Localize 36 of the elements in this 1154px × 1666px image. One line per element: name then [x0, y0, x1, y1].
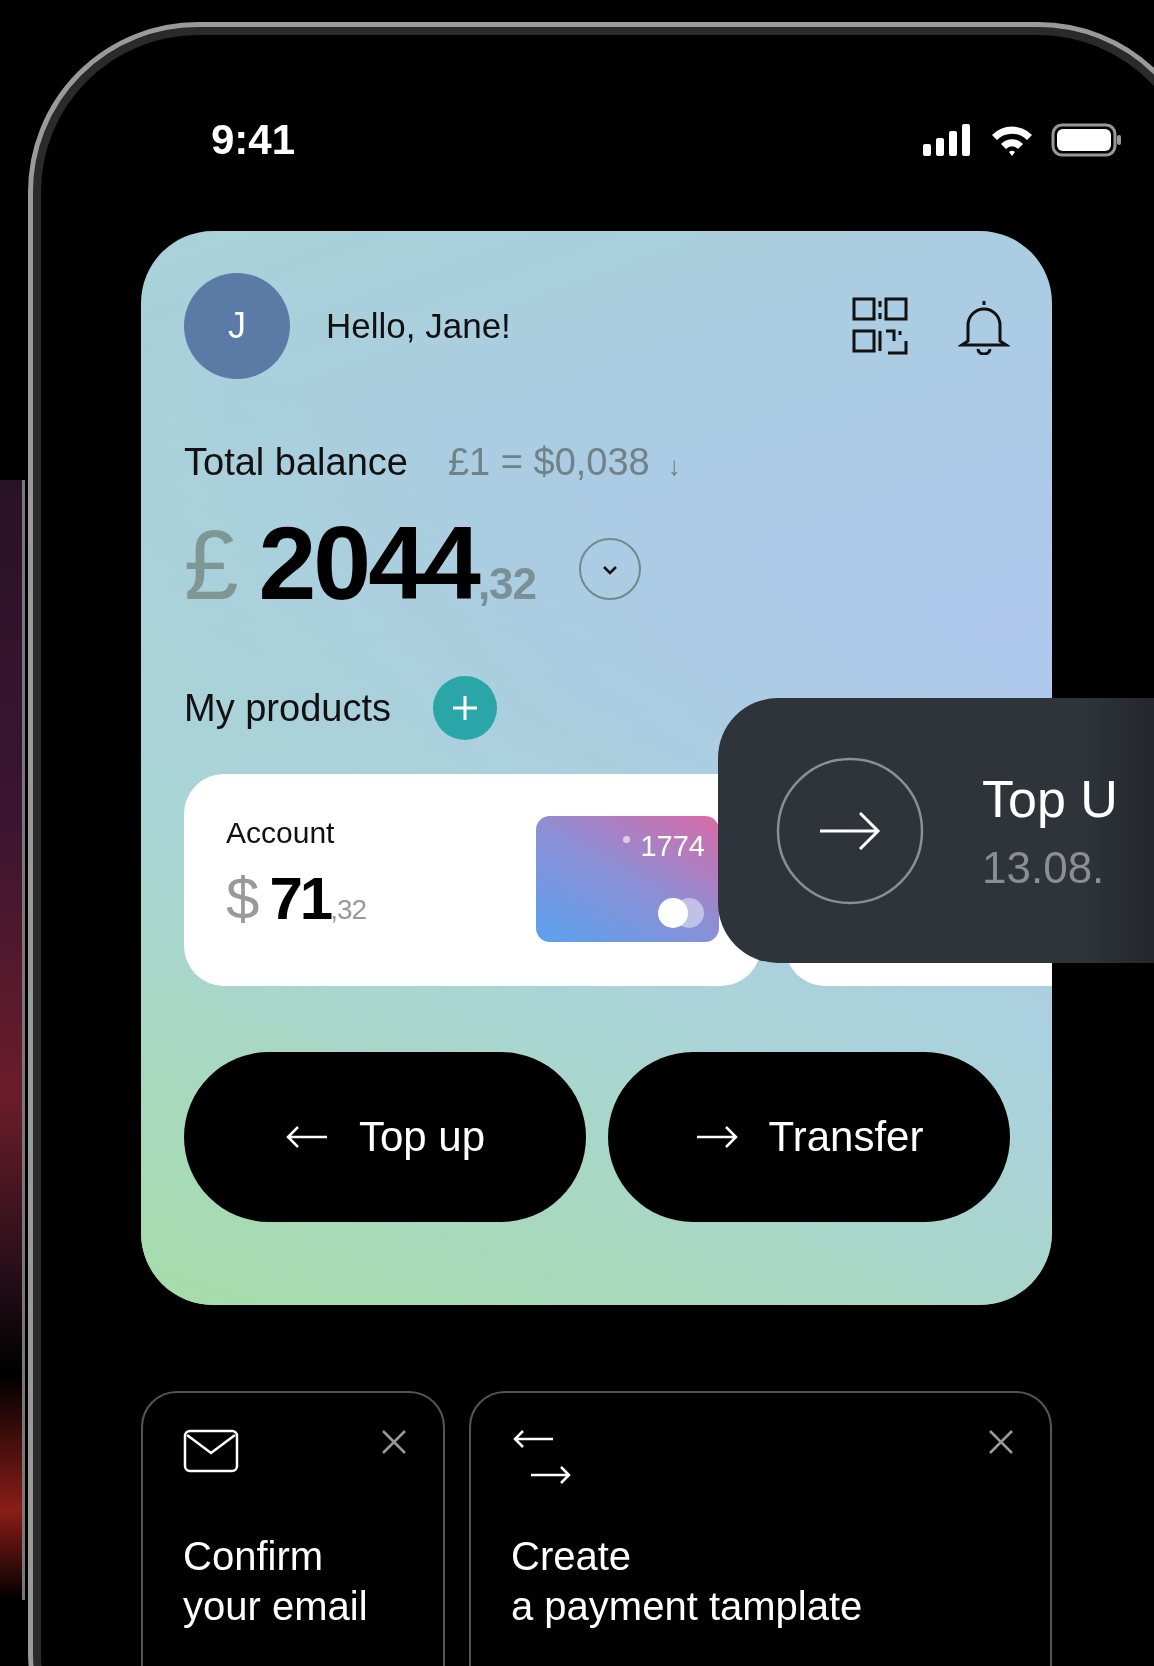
total-balance-label: Total balance — [184, 441, 408, 484]
arrow-right-icon — [694, 1125, 739, 1149]
card-number: 1774 — [640, 830, 705, 863]
notification-title: Top U — [982, 768, 1118, 829]
products-title: My products — [184, 686, 391, 730]
exchange-rate: £1 = $0,038 — [447, 441, 650, 484]
suggestion-card[interactable]: Create a payment tamplate — [469, 1391, 1052, 1666]
currency-symbol: £ — [184, 509, 239, 622]
avatar[interactable]: J — [184, 273, 290, 379]
account-fraction: ,32 — [330, 894, 367, 926]
close-icon[interactable] — [988, 1429, 1014, 1455]
account-amount: 71 — [269, 864, 331, 933]
arrow-circle-icon — [776, 756, 924, 905]
notification-toast[interactable]: Top U 13.08. — [718, 698, 1154, 963]
suggestion-text: Confirm your email — [183, 1533, 369, 1630]
rate-trend-arrow: ↓ — [667, 451, 681, 482]
suggestion-text: Create a payment tamplate — [511, 1533, 864, 1630]
status-time: 9:41 — [211, 116, 296, 164]
card-brand-icon — [657, 896, 705, 930]
mask-dot-icon — [623, 836, 631, 843]
currency-symbol: $ — [226, 864, 260, 933]
envelope-icon — [183, 1429, 239, 1473]
top-up-button[interactable]: Top up — [184, 1052, 586, 1222]
balance-amount: 2044 — [258, 504, 478, 623]
battery-icon — [1051, 123, 1123, 157]
account-name: Account — [226, 816, 336, 850]
greeting: Hello, Jane! — [326, 306, 511, 346]
signal-icon — [923, 124, 973, 156]
notification-date: 13.08. — [982, 842, 1106, 893]
suggestion-card[interactable]: Confirm your email — [141, 1391, 445, 1666]
add-icon[interactable] — [432, 676, 497, 740]
transfer-button[interactable]: Transfer — [608, 1052, 1010, 1222]
qr-code-icon[interactable] — [852, 297, 908, 355]
arrow-left-icon — [284, 1125, 329, 1149]
close-icon[interactable] — [381, 1429, 407, 1455]
account-card[interactable]: Account $ 71,32 1774 — [184, 774, 761, 986]
